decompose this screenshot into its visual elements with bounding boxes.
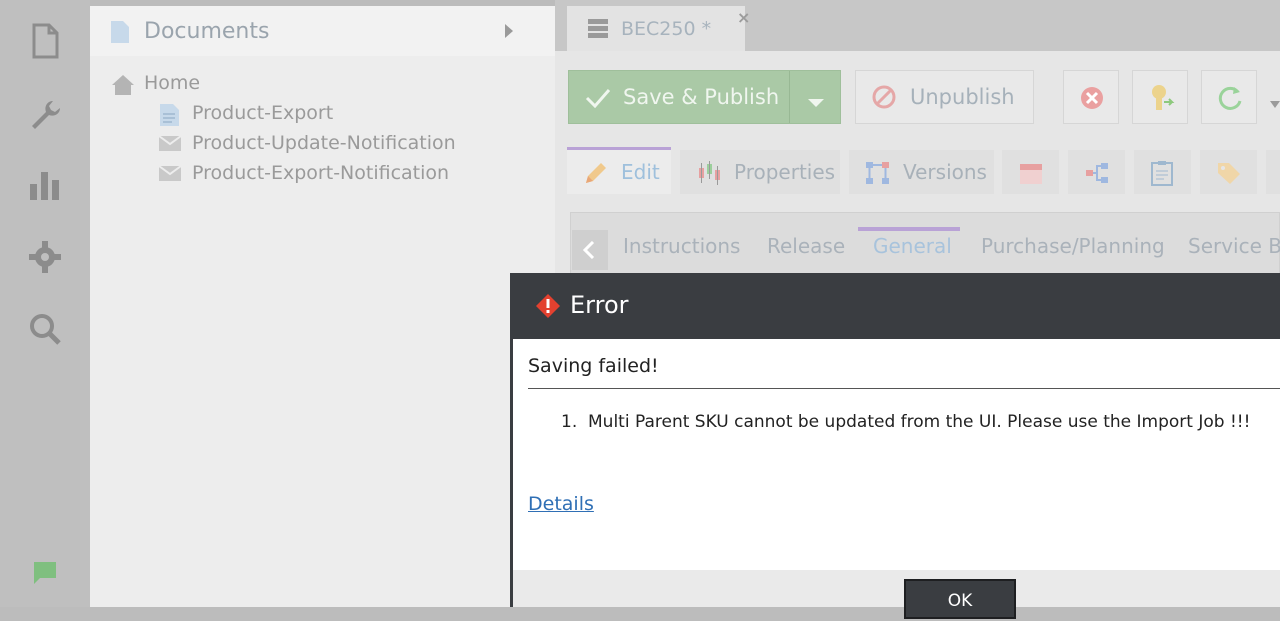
calendar-icon xyxy=(1018,160,1044,190)
tab-properties[interactable]: Properties xyxy=(680,150,840,194)
documents-icon xyxy=(110,20,130,48)
delete-button[interactable] xyxy=(1063,70,1119,124)
tab-purchase-planning[interactable]: Purchase/Planning xyxy=(981,234,1165,258)
tab-service-bc[interactable]: Service BC xyxy=(1188,234,1280,258)
chat-icon[interactable] xyxy=(26,554,64,592)
documents-panel-header[interactable]: Documents xyxy=(90,6,555,56)
tab-instructions[interactable]: Instructions xyxy=(623,234,740,258)
tab-edit[interactable]: Edit xyxy=(567,147,671,194)
chevron-left-icon xyxy=(583,241,595,259)
gear-icon[interactable] xyxy=(26,238,64,276)
tree-node-product-export-notification[interactable]: Product-Export-Notification xyxy=(158,162,450,184)
tree-node-label: Product-Export-Notification xyxy=(192,162,450,184)
tab-schedule[interactable] xyxy=(1002,150,1059,194)
tab-versions[interactable]: Versions xyxy=(849,150,994,194)
chevron-down-icon[interactable] xyxy=(807,93,825,112)
document-tab-label: BEC250 * xyxy=(621,18,712,40)
list-item-text: Multi Parent SKU cannot be updated from … xyxy=(588,412,1251,432)
tree-node-label: Product-Update-Notification xyxy=(192,132,456,154)
left-nav-rail xyxy=(0,0,90,607)
error-dialog-title: Error xyxy=(570,291,629,319)
tag-icon xyxy=(1216,161,1242,189)
wrench-icon[interactable] xyxy=(26,94,64,132)
dependencies-icon xyxy=(1084,160,1110,190)
save-publish-label: Save & Publish xyxy=(623,85,780,109)
tab-more[interactable] xyxy=(1266,150,1280,194)
properties-icon xyxy=(696,160,722,190)
documents-title: Documents xyxy=(144,19,270,44)
page-icon xyxy=(158,103,180,132)
tree-node-home[interactable]: Home xyxy=(112,72,201,95)
more-chevron-icon[interactable] xyxy=(1270,94,1280,113)
dialog-footer xyxy=(513,570,1280,607)
save-publish-button[interactable]: Save & Publish xyxy=(568,70,841,124)
checkmark-icon xyxy=(585,88,611,112)
document-tab[interactable]: BEC250 * × xyxy=(567,6,750,51)
search-icon[interactable] xyxy=(26,310,64,348)
email-icon xyxy=(158,163,182,188)
delete-circle-icon xyxy=(1080,86,1104,114)
list-number: 1. xyxy=(561,412,578,432)
divider xyxy=(528,388,1280,389)
error-dialog-header[interactable]: Error xyxy=(513,273,1280,339)
pencil-icon xyxy=(583,160,609,190)
tab-release[interactable]: Release xyxy=(767,234,845,258)
tab-label: Edit xyxy=(621,160,660,184)
ok-button[interactable]: OK xyxy=(904,579,1016,619)
clipboard-icon xyxy=(1150,160,1174,190)
active-tab-indicator xyxy=(858,227,960,231)
tree-node-product-update-notification[interactable]: Product-Update-Notification xyxy=(158,132,456,154)
unpublish-button[interactable]: Unpublish xyxy=(855,70,1034,124)
versions-icon xyxy=(865,161,891,189)
reload-icon xyxy=(1216,84,1244,116)
documents-tree: Home Product-Export Product-Update-Notif… xyxy=(90,56,540,607)
tab-tags[interactable] xyxy=(1200,150,1257,194)
tab-notes[interactable] xyxy=(1134,150,1191,194)
tree-node-label: Product-Export xyxy=(192,102,334,124)
unpublish-label: Unpublish xyxy=(910,85,1015,109)
tab-label: Properties xyxy=(734,160,836,184)
tab-label: Versions xyxy=(903,160,987,184)
collapse-arrow-icon[interactable] xyxy=(504,23,514,43)
tab-dependencies[interactable] xyxy=(1068,150,1125,194)
prohibited-icon xyxy=(872,85,896,113)
home-icon xyxy=(110,73,136,102)
tab-general[interactable]: General xyxy=(873,234,952,258)
documents-panel: Documents Home Product-Export Product-Up… xyxy=(90,6,555,607)
email-icon xyxy=(158,133,182,158)
scroll-left-button[interactable] xyxy=(572,230,608,270)
error-list-item: 1. Multi Parent SKU cannot be updated fro… xyxy=(561,412,1250,432)
bar-chart-icon[interactable] xyxy=(26,166,64,204)
unlock-button[interactable] xyxy=(1132,70,1188,124)
error-icon xyxy=(535,293,561,323)
error-message: Saving failed! xyxy=(528,355,659,377)
details-link[interactable]: Details xyxy=(528,493,594,515)
object-icon xyxy=(587,18,609,44)
key-icon xyxy=(1149,84,1175,116)
tree-node-product-export[interactable]: Product-Export xyxy=(160,102,334,126)
button-divider xyxy=(789,71,790,123)
error-dialog: Error Saving failed! 1. Multi Parent SKU … xyxy=(510,273,1280,619)
reload-button[interactable] xyxy=(1201,70,1257,124)
tree-node-label: Home xyxy=(144,72,201,94)
document-icon[interactable] xyxy=(26,22,64,60)
close-tab-icon[interactable]: × xyxy=(737,8,750,27)
